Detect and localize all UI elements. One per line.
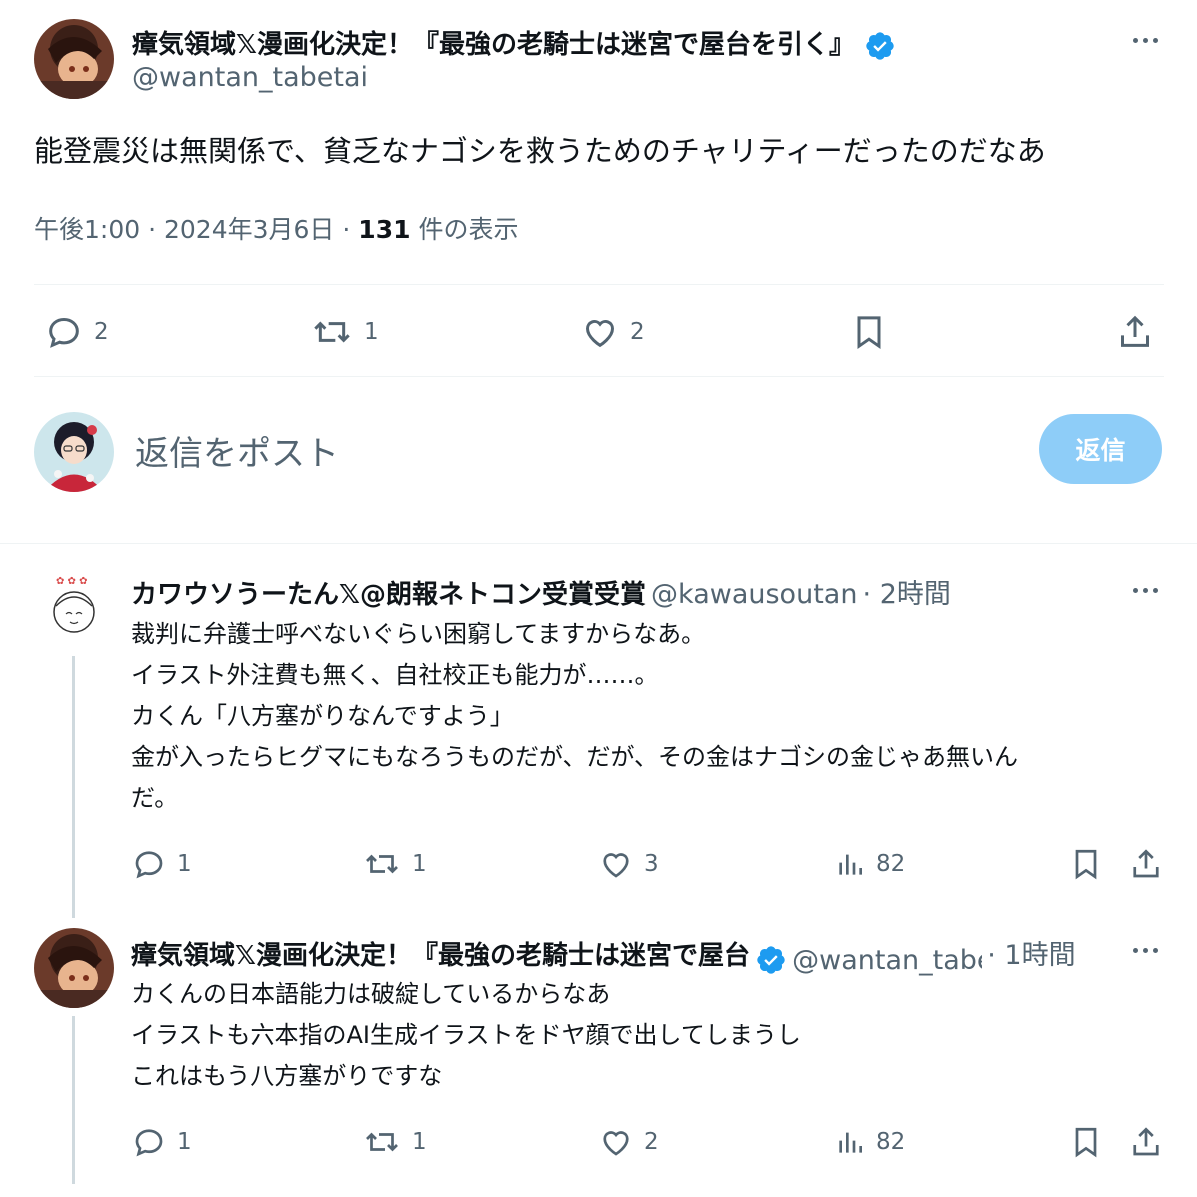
avatar[interactable] (34, 928, 114, 1008)
reply-icon (135, 1129, 163, 1157)
tweet-time[interactable]: 午後1:00 (34, 215, 140, 244)
like-count: 2 (644, 1129, 659, 1155)
reply-icon (135, 851, 163, 879)
repost-button[interactable]: 1 (310, 312, 379, 352)
reply-text-line: 裁判に弁護士呼べないぐらい困窮してますからなあ。 (131, 620, 706, 648)
author-name[interactable]: カワウソうーたん𝕏@朗報ネトコン受賞受賞 (131, 580, 646, 610)
bookmark-icon (1075, 1127, 1097, 1158)
view-count: 82 (876, 1129, 906, 1155)
reply-header: カワウソうーたん𝕏@朗報ネトコン受賞受賞 @kawausoutan · 2時間 (131, 572, 951, 611)
reply-submit-button[interactable]: 返信 (1039, 414, 1162, 484)
author-handle[interactable]: @kawausoutan (651, 579, 857, 610)
bookmark-button[interactable] (1068, 1124, 1104, 1160)
reply-count: 1 (177, 1129, 192, 1155)
like-count: 3 (644, 851, 659, 877)
repost-count: 1 (412, 851, 427, 877)
like-button[interactable]: 2 (598, 1124, 659, 1160)
meta-separator: · (342, 215, 351, 244)
divider (34, 284, 1164, 285)
repost-count: 1 (412, 1129, 427, 1155)
more-options-icon[interactable] (1133, 580, 1158, 600)
bookmark-button[interactable] (1068, 846, 1104, 882)
divider (34, 376, 1164, 377)
reply-text-line: カくんの日本語能力は破綻しているからなあ (131, 980, 611, 1008)
reply-count: 2 (94, 319, 109, 345)
avatar[interactable] (34, 412, 114, 492)
reply-text-line: カくん「八方塞がりなんですよう」 (131, 702, 514, 730)
verified-badge-icon (866, 31, 894, 60)
like-count: 2 (630, 319, 645, 345)
reply-input[interactable]: 返信をポスト (135, 426, 339, 475)
repost-icon (314, 321, 350, 343)
bookmark-icon (1075, 849, 1097, 880)
reply-text-line: 金が入ったらヒグマにもなろうものだが、だが、その金はナゴシの金じゃあ無いん (131, 743, 1019, 771)
reply-button[interactable]: 1 (131, 1124, 192, 1160)
share-button[interactable] (1115, 312, 1155, 352)
thread-line (72, 1016, 75, 1184)
reply-time[interactable]: · 2時間 (863, 579, 951, 610)
reply-button[interactable]: 1 (131, 846, 192, 882)
author-name[interactable]: 瘴気領域𝕏漫画化決定！『最強の老騎士は迷宮で屋台を引く』 (132, 30, 855, 60)
verified-badge-icon (757, 945, 785, 974)
svg-text:✿ ✿ ✿: ✿ ✿ ✿ (56, 576, 88, 587)
like-button[interactable]: 2 (580, 312, 645, 352)
bookmark-icon (857, 316, 881, 350)
view-count: 82 (876, 851, 906, 877)
views-button[interactable]: 82 (834, 1124, 905, 1160)
reply-text-line: イラストも六本指のAI生成イラストをドヤ顔で出してしまうし (131, 1021, 801, 1049)
share-icon (1121, 315, 1149, 347)
tweet-text: 能登震災は無関係で、貧乏なナゴシを救うためのチャリティーだったのだなあ (34, 134, 1046, 168)
repost-button[interactable]: 1 (362, 846, 427, 882)
reply-text-line: だ。 (131, 784, 179, 812)
analytics-icon (839, 1132, 862, 1153)
repost-button[interactable]: 1 (362, 1124, 427, 1160)
avatar[interactable]: ✿ ✿ ✿ (34, 568, 114, 648)
author-name-row[interactable]: 瘴気領域𝕏漫画化決定！『最強の老騎士は迷宮で屋台を引く』 (132, 24, 896, 62)
reply-text: 裁判に弁護士呼べないぐらい困窮してますからなあ。 イラスト外注費も無く、自社校正… (131, 614, 1018, 819)
repost-icon (366, 854, 398, 874)
share-icon (1133, 849, 1159, 878)
reply-button[interactable]: 2 (44, 312, 109, 352)
author-name[interactable]: 瘴気領域𝕏漫画化決定！『最強の老騎士は迷宮で屋台 (131, 941, 750, 971)
reply-icon (49, 317, 79, 348)
author-handle[interactable]: @wantan_tabetai (132, 62, 368, 93)
share-button[interactable] (1128, 846, 1164, 882)
analytics-icon (839, 854, 862, 875)
avatar[interactable] (34, 19, 114, 99)
author-handle[interactable]: @wantan_tabe (792, 945, 982, 976)
view-label: 件の表示 (418, 215, 519, 244)
reply-text-line: これはもう八方塞がりですな (131, 1062, 443, 1090)
tweet-date[interactable]: 2024年3月6日 (164, 215, 334, 244)
like-button[interactable]: 3 (598, 846, 659, 882)
reply-time[interactable]: · 1時間 (987, 940, 1075, 971)
heart-icon (586, 320, 614, 348)
section-divider (0, 543, 1197, 544)
share-button[interactable] (1128, 1124, 1164, 1160)
more-options-icon[interactable] (1133, 30, 1158, 50)
view-count: 131 (358, 215, 411, 244)
repost-count: 1 (364, 319, 379, 345)
meta-separator: · (148, 215, 157, 244)
tweet-meta: 午後1:00 · 2024年3月6日 · 131 件の表示 (34, 210, 518, 246)
reply-text-line: イラスト外注費も無く、自社校正も能力が……。 (131, 661, 659, 689)
bookmark-button[interactable] (849, 312, 889, 352)
views-button[interactable]: 82 (834, 846, 905, 882)
reply-text: カくんの日本語能力は破綻しているからなあ イラストも六本指のAI生成イラストをド… (131, 974, 801, 1097)
thread-line (72, 656, 75, 918)
reply-header: 瘴気領域𝕏漫画化決定！『最強の老騎士は迷宮で屋台 @wantan_tabe · … (131, 933, 1076, 976)
heart-icon (603, 853, 629, 878)
more-options-icon[interactable] (1133, 940, 1158, 960)
repost-icon (366, 1132, 398, 1152)
heart-icon (603, 1131, 629, 1156)
share-icon (1133, 1127, 1159, 1156)
reply-count: 1 (177, 851, 192, 877)
